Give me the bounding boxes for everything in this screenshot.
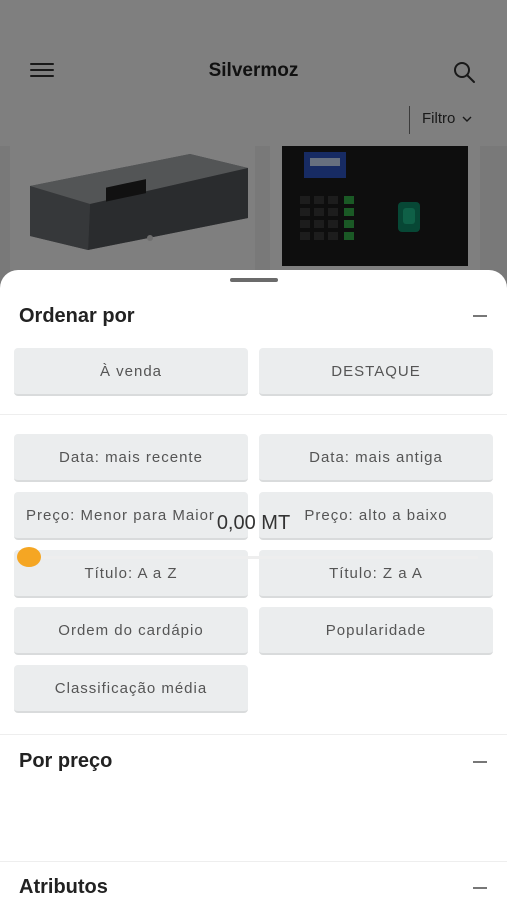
price-section-title: Por preço [19,750,113,772]
filter-bottom-sheet: Ordenar por À venda DESTAQUE Data: mais … [0,270,507,900]
price-slider-track[interactable] [30,556,478,559]
drag-handle[interactable] [230,278,278,282]
sort-option-featured[interactable]: DESTAQUE [259,348,493,396]
sort-option-menu-order[interactable]: Ordem do cardápio [14,607,248,655]
divider [0,861,507,862]
sort-option-on-sale[interactable]: À venda [14,348,248,396]
sort-section-title: Ordenar por [19,305,135,327]
sort-option-average-rating[interactable]: Classificação média [14,665,248,713]
collapse-icon[interactable] [473,761,487,763]
attributes-section-title: Atributos [19,876,108,898]
sort-option-date-newest[interactable]: Data: mais recente [14,434,248,482]
price-slider-thumb[interactable] [17,547,41,567]
divider [0,414,507,415]
sort-option-date-oldest[interactable]: Data: mais antiga [259,434,493,482]
collapse-icon[interactable] [473,315,487,317]
sort-option-popularity[interactable]: Popularidade [259,607,493,655]
price-value: 0,00 MT [216,512,291,534]
divider [0,734,507,735]
collapse-icon[interactable] [473,887,487,889]
